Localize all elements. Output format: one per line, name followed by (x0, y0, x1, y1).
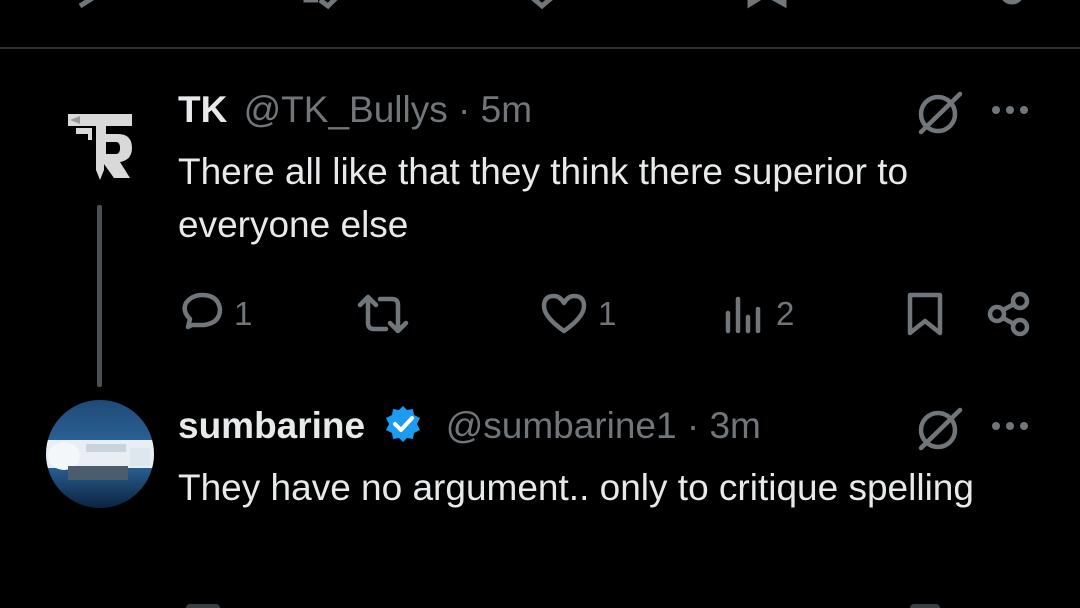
reply-header: sumbarine @sumbarine1 · 3m (178, 404, 761, 454)
views-icon (725, 296, 761, 334)
like-count: 1 (598, 295, 617, 332)
separator-dot: · (458, 89, 471, 130)
repost-button[interactable] (356, 286, 420, 342)
share-icon (987, 291, 1030, 337)
bookmark-button[interactable] (904, 286, 946, 342)
like-icon[interactable] (522, 0, 562, 15)
more-icon[interactable] (990, 414, 1030, 443)
repost-icon (357, 294, 409, 334)
timestamp[interactable]: 3m (709, 405, 760, 446)
repost-icon[interactable] (300, 0, 346, 15)
avatar[interactable] (46, 90, 154, 198)
reply-thread: TK @TK_Bullys · 5m There all like that t… (0, 0, 1080, 608)
more-icon[interactable] (990, 98, 1030, 127)
reply-icon (182, 292, 223, 330)
user-handle[interactable]: @sumbarine1 (446, 405, 677, 446)
reply-icon[interactable] (186, 604, 220, 608)
reply-text: There all like that they think there sup… (178, 151, 909, 245)
reply-count: 1 (234, 295, 253, 332)
like-icon (541, 293, 587, 334)
avatar[interactable] (46, 400, 154, 508)
reply-header: TK @TK_Bullys · 5m (178, 88, 532, 132)
share-button[interactable] (986, 286, 1032, 342)
previous-post-actions (0, 0, 1080, 14)
bookmark-icon[interactable] (744, 0, 790, 15)
display-name[interactable]: TK (178, 89, 227, 130)
grok-icon[interactable] (912, 402, 966, 461)
bookmark-icon[interactable] (910, 604, 940, 608)
bookmark-icon (907, 292, 943, 336)
verified-badge-icon[interactable] (383, 404, 423, 454)
submarine-photo-avatar (46, 400, 154, 508)
separator-dot: · (686, 405, 700, 446)
user-handle[interactable]: @TK_Bullys (244, 89, 448, 130)
share-icon[interactable] (994, 0, 1030, 15)
reply-text: They have no argument.. only to critique… (178, 467, 974, 508)
reply-actions: 1 1 2 (0, 286, 1080, 342)
divider (0, 47, 1080, 49)
grok-icon[interactable] (912, 86, 966, 145)
tk-logo-avatar (46, 90, 154, 198)
views-count: 2 (776, 295, 795, 332)
like-button[interactable]: 1 (540, 286, 616, 342)
display-name[interactable]: sumbarine (178, 405, 365, 446)
views-button[interactable]: 2 (722, 286, 794, 342)
reply-button[interactable]: 1 (178, 286, 252, 342)
timestamp[interactable]: 5m (481, 89, 532, 130)
reply-icon[interactable] (72, 0, 112, 15)
